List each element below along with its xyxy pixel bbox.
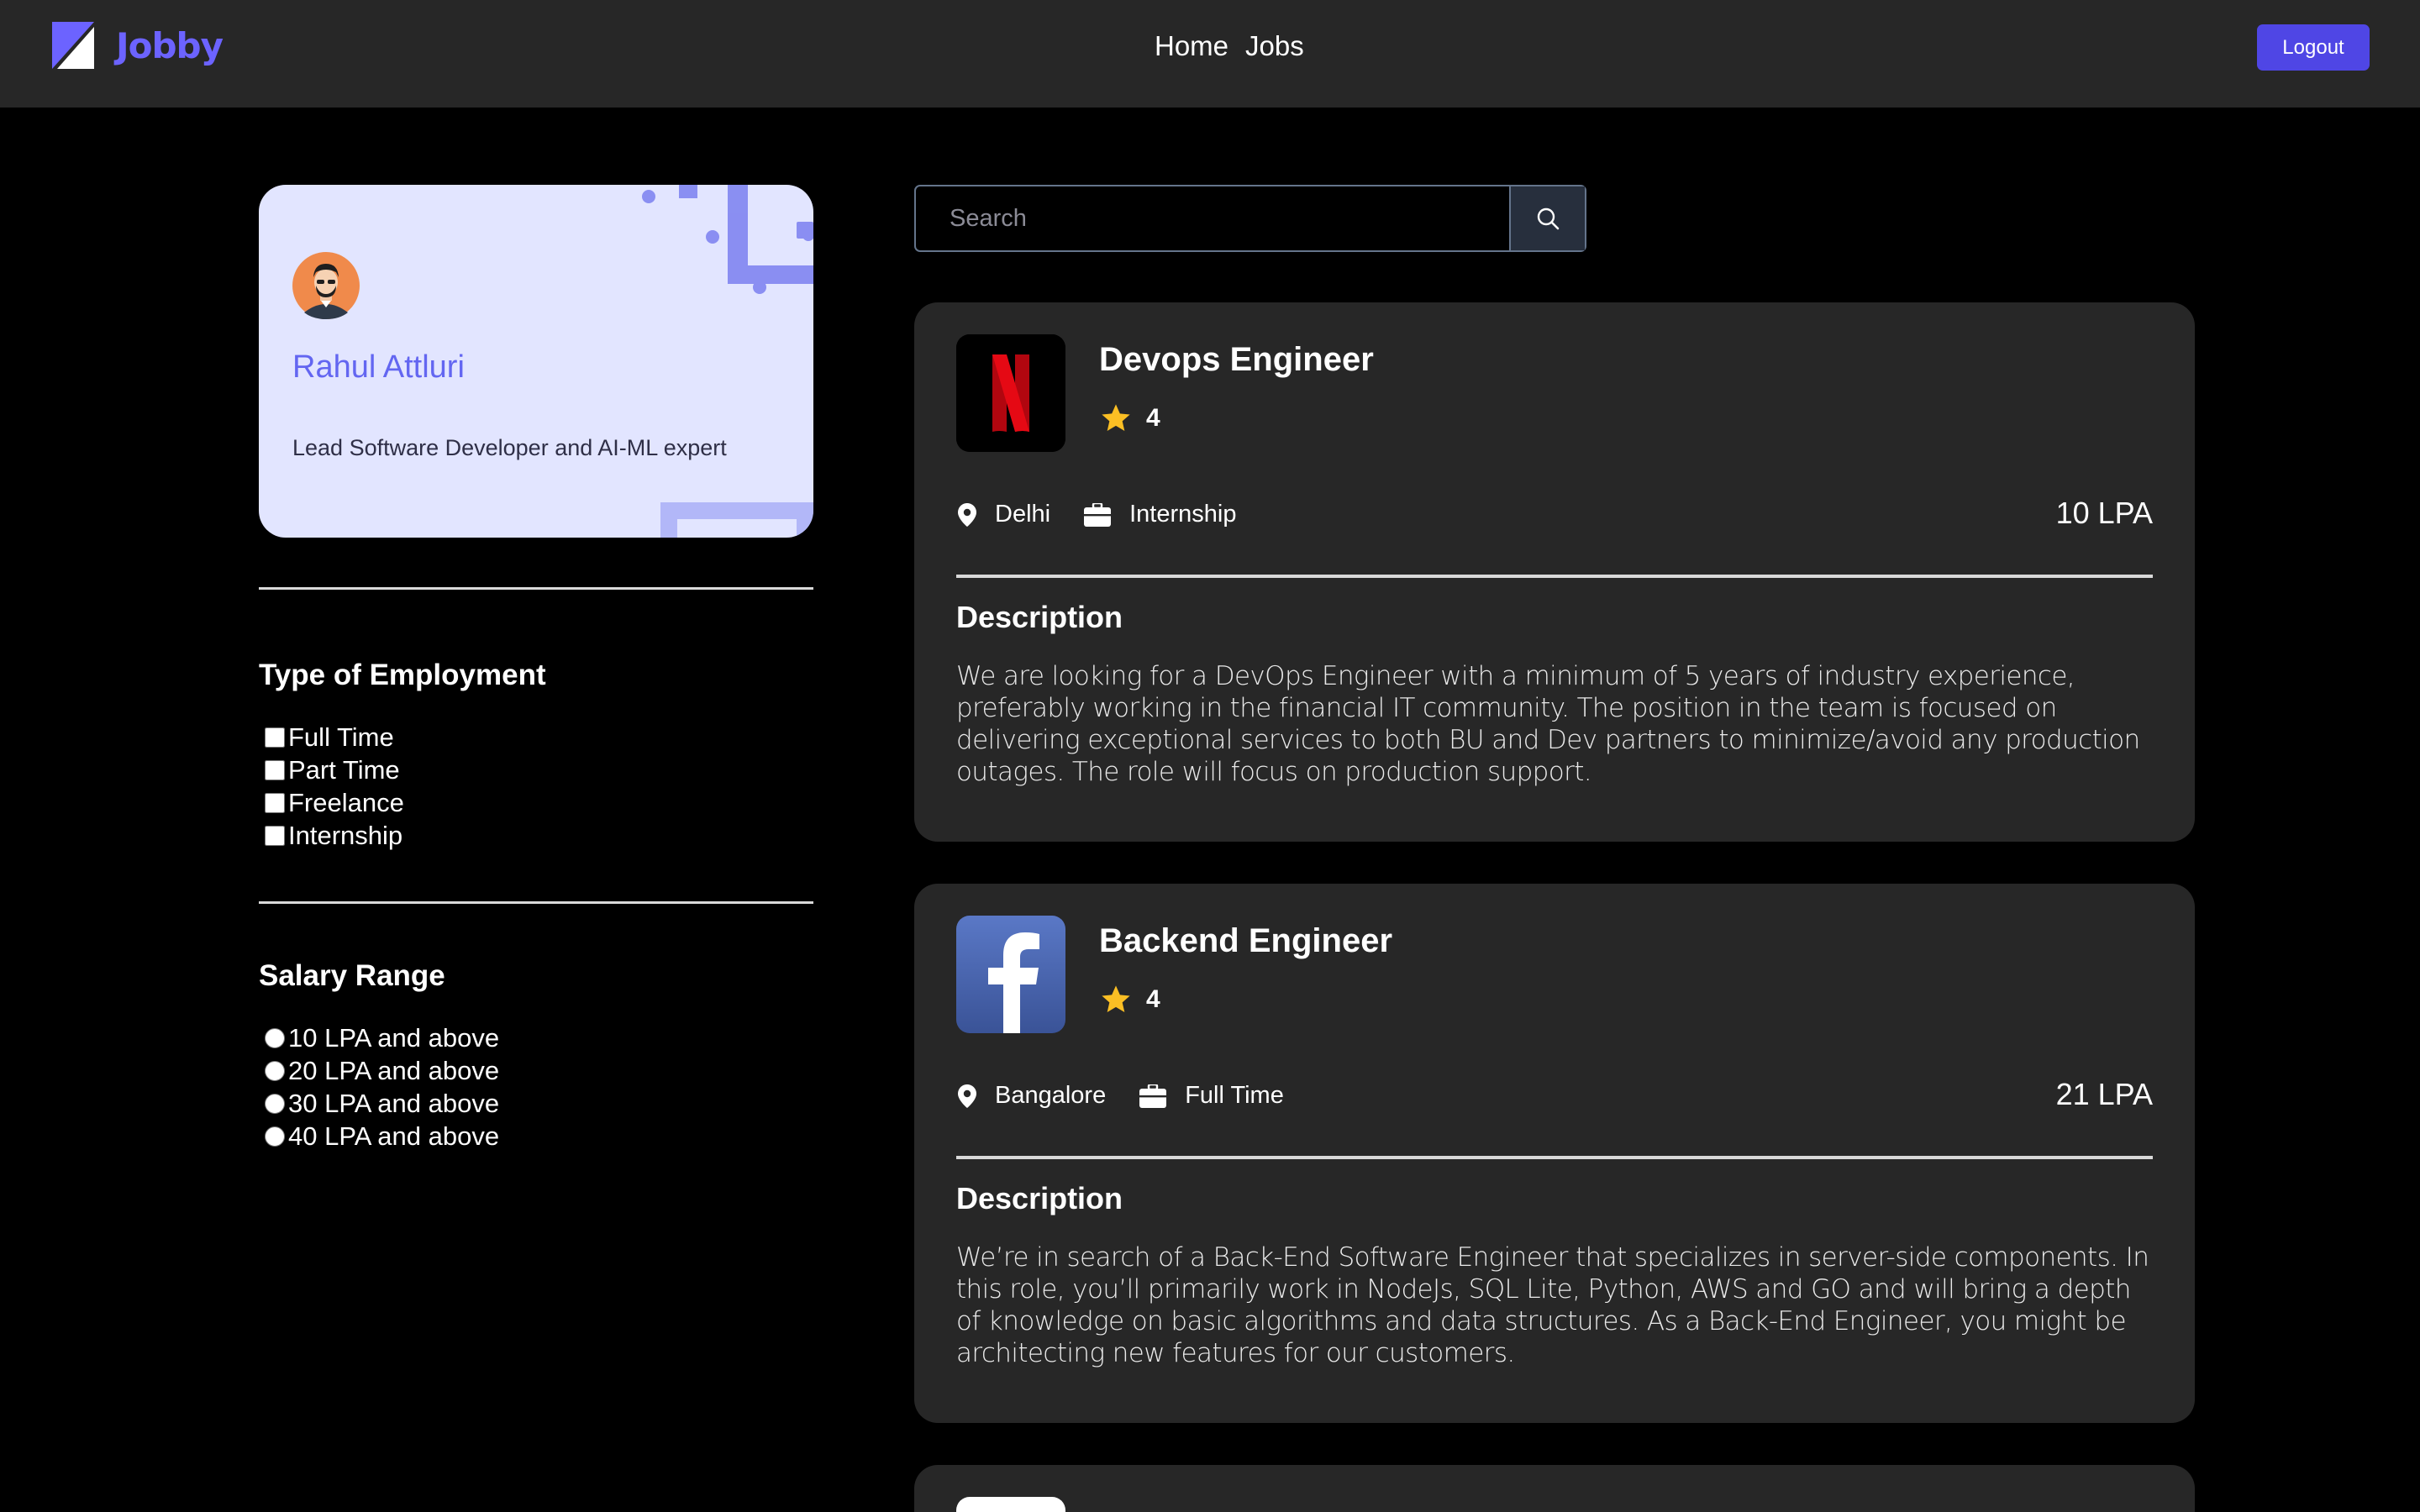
top-navbar: Jobby Home Jobs Logout [0,0,2420,108]
job-salary: 21 LPA [2055,1077,2153,1111]
sidebar-divider [259,587,813,590]
salary-10-radio[interactable] [265,1027,285,1048]
briefcase-icon [1139,1084,1167,1108]
filter-part-time[interactable]: Part Time [265,753,404,786]
salary-40-radio[interactable] [265,1126,285,1147]
job-description: We are looking for a DevOps Engineer wit… [956,661,2140,787]
filter-label: Internship [288,820,403,850]
part-time-checkbox[interactable] [265,759,285,780]
freelance-checkbox[interactable] [265,792,285,813]
nav-jobs-link[interactable]: Jobs [1245,30,1304,62]
profile-card: Rahul Attluri Lead Software Developer an… [259,185,813,538]
profile-avatar [292,252,360,319]
sidebar-divider [259,901,813,904]
filter-salary-30[interactable]: 30 LPA and above [265,1087,499,1120]
job-card[interactable]: Devops Engineer 4 Delhi Internship 10 LP… [914,302,2195,842]
search-icon [1537,207,1560,230]
jobby-logo-icon [52,22,94,69]
star-icon [1102,404,1130,431]
description-heading: Description [956,600,1123,634]
profile-bio: Lead Software Developer and AI-ML expert [292,435,727,460]
employment-filter-list: Full Time Part Time Freelance Internship [265,721,404,852]
search-bar [914,185,1586,252]
card-divider [956,575,2153,578]
filter-salary-40[interactable]: 40 LPA and above [265,1120,499,1152]
location-text: Bangalore [995,1082,1107,1109]
filter-label: 20 LPA and above [288,1055,500,1085]
description-heading: Description [956,1181,1123,1215]
nav-home-link[interactable]: Home [1155,30,1228,62]
job-salary: 10 LPA [2055,496,2153,530]
job-title: Devops Engineer [1099,341,1374,378]
main-nav: Home Jobs [1155,30,1304,62]
filter-freelance[interactable]: Freelance [265,786,404,819]
job-title: Backend Engineer [1099,922,1393,959]
filter-full-time[interactable]: Full Time [265,721,404,753]
filter-label: Freelance [288,787,404,817]
card-divider [956,1156,2153,1159]
salary-filter-title: Salary Range [259,959,445,992]
logout-button[interactable]: Logout [2257,24,2370,71]
filter-label: 10 LPA and above [288,1022,500,1053]
full-time-checkbox[interactable] [265,727,285,748]
search-button[interactable] [1509,186,1585,250]
employment-type-text: Full Time [1185,1082,1284,1109]
job-card[interactable]: Backend Engineer 4 Bangalore Full Time 2… [914,884,2195,1423]
salary-20-radio[interactable] [265,1060,285,1081]
job-meta: Bangalore Full Time [958,1082,1318,1110]
job-rating: 4 [1099,402,1160,435]
location-pin-icon [958,1084,976,1108]
employment-type-text: Internship [1129,501,1237,528]
rating-value: 4 [1146,404,1160,432]
filter-label: Full Time [288,722,394,752]
location-text: Delhi [995,501,1051,528]
job-location: Bangalore [958,1082,1106,1110]
job-description: We’re in search of a Back-End Software E… [956,1242,2149,1368]
netflix-logo-icon [956,334,1065,452]
filter-salary-10[interactable]: 10 LPA and above [265,1021,499,1054]
brand-name: Jobby [116,24,224,66]
employment-filter-title: Type of Employment [259,659,546,691]
job-rating: 4 [1099,983,1160,1016]
filter-internship[interactable]: Internship [265,819,404,852]
filter-salary-20[interactable]: 20 LPA and above [265,1054,499,1087]
company-logo-icon [956,1497,1065,1512]
job-location: Delhi [958,501,1050,528]
profile-name: Rahul Attluri [292,349,465,385]
job-employment-type: Internship [1084,501,1236,528]
salary-30-radio[interactable] [265,1093,285,1114]
location-pin-icon [958,502,976,527]
facebook-logo-icon [956,916,1065,1033]
job-meta: Delhi Internship [958,501,1270,528]
internship-checkbox[interactable] [265,825,285,846]
salary-filter-list: 10 LPA and above 20 LPA and above 30 LPA… [265,1021,499,1152]
filter-label: 40 LPA and above [288,1121,500,1151]
job-card[interactable] [914,1465,2195,1512]
star-icon [1102,985,1130,1012]
filter-label: Part Time [288,754,400,785]
briefcase-icon [1084,502,1112,527]
filter-label: 30 LPA and above [288,1088,500,1118]
job-employment-type: Full Time [1139,1082,1284,1110]
search-input[interactable] [916,186,1509,250]
brand-logo[interactable]: Jobby [52,22,224,69]
rating-value: 4 [1146,985,1160,1013]
